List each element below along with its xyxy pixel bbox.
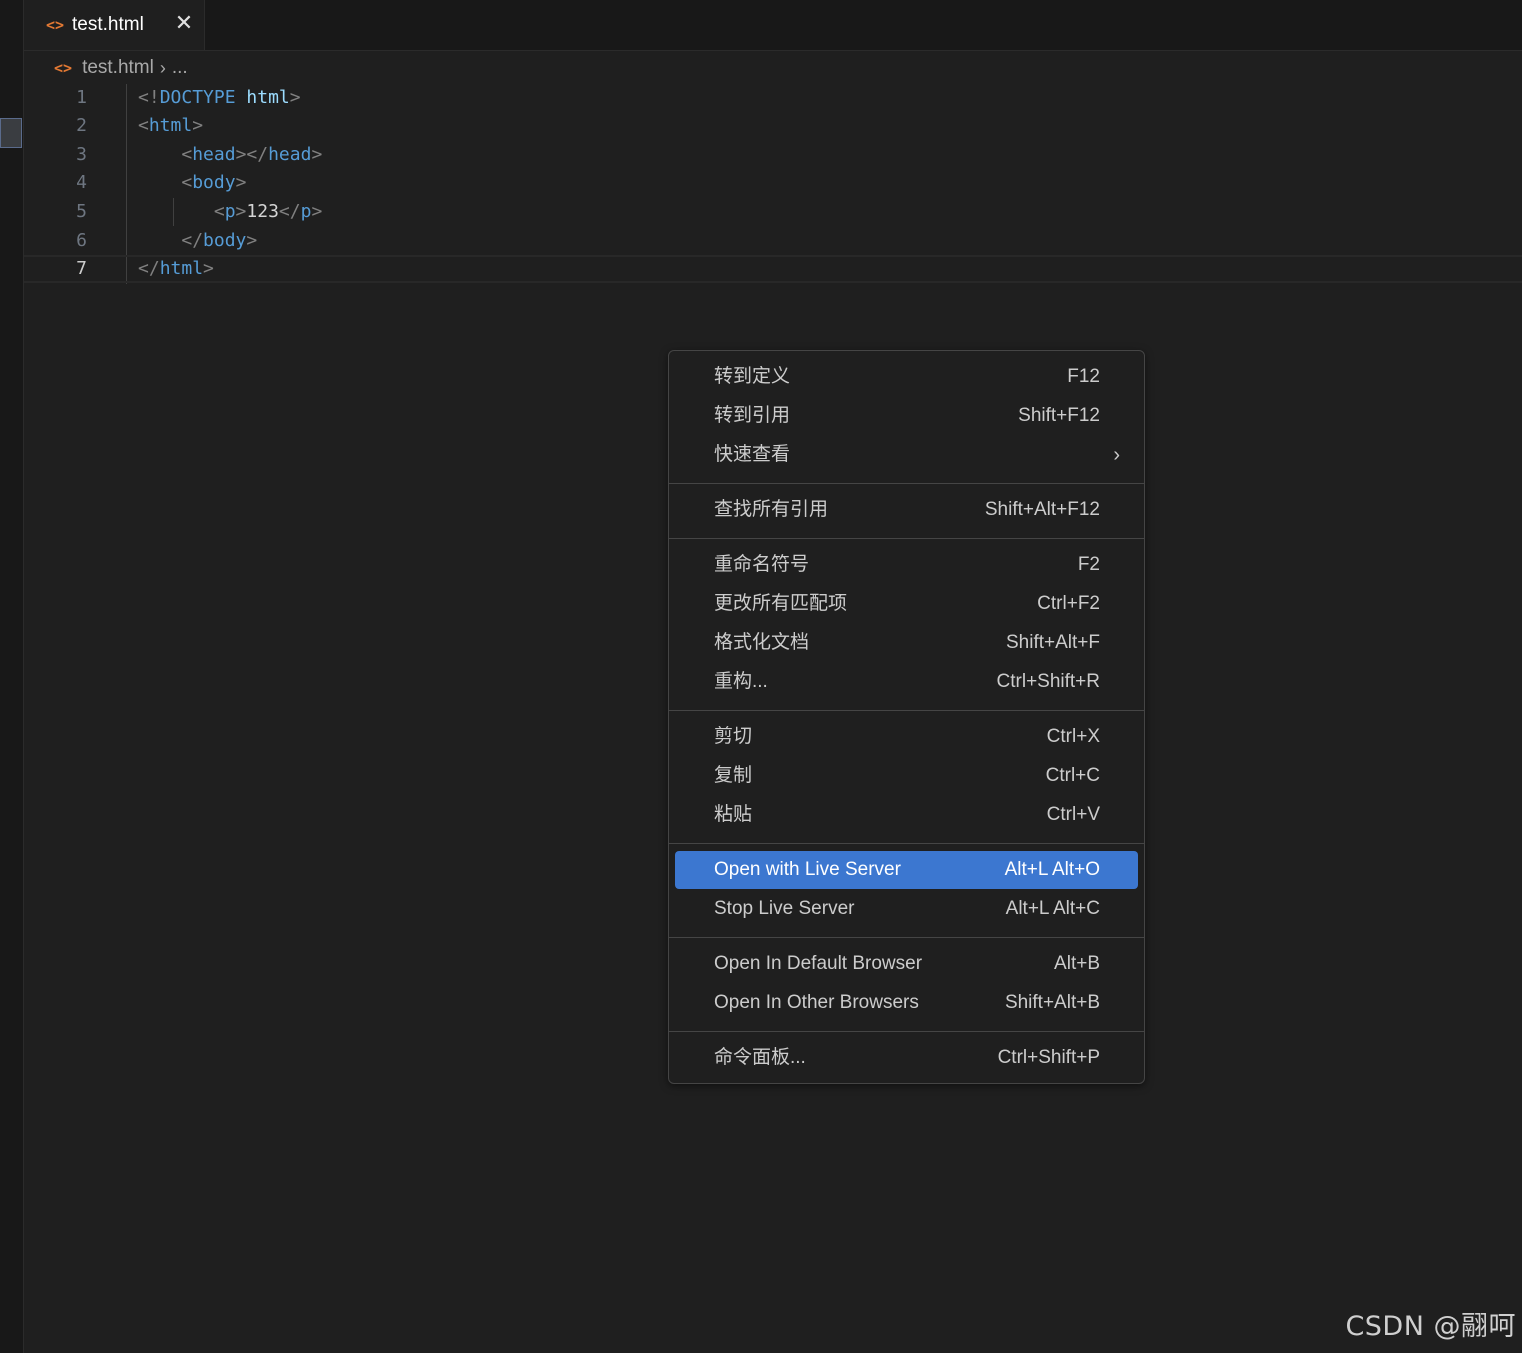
menu-item-shortcut: Ctrl+C xyxy=(1045,765,1100,786)
menu-item-open-with-live-server[interactable]: Open with Live Server Alt+L Alt+O xyxy=(675,851,1138,889)
code-text: <!DOCTYPE html> xyxy=(138,87,301,108)
code-text: </html> xyxy=(138,258,214,279)
menu-item-command-palette[interactable]: 命令面板... Ctrl+Shift+P xyxy=(675,1039,1138,1077)
menu-item-open-in-default-browser[interactable]: Open In Default Browser Alt+B xyxy=(675,945,1138,983)
menu-item-shortcut: Alt+L Alt+C xyxy=(1005,898,1100,919)
menu-item-shortcut: Alt+L Alt+O xyxy=(1004,859,1100,880)
context-menu: 转到定义 F12 转到引用 Shift+F12 快速查看 › 查找所有引用 Sh… xyxy=(668,350,1145,1084)
code-line[interactable]: 5 <p>123</p> xyxy=(24,198,1522,226)
menu-item-rename-symbol[interactable]: 重命名符号 F2 xyxy=(675,546,1138,584)
menu-item-label: 复制 xyxy=(714,765,753,786)
code-text: <body> xyxy=(181,172,247,193)
breadcrumb-more[interactable]: ... xyxy=(172,57,188,79)
breadcrumb-file[interactable]: test.html xyxy=(82,57,154,79)
menu-item-peek[interactable]: 快速查看 › xyxy=(675,436,1138,474)
menu-item-change-all-occurrences[interactable]: 更改所有匹配项 Ctrl+F2 xyxy=(675,585,1138,623)
tab-test-html[interactable]: <> test.html ✕ xyxy=(24,0,205,50)
menu-separator xyxy=(669,937,1144,938)
menu-item-label: Open In Default Browser xyxy=(714,953,923,974)
menu-item-shortcut: Ctrl+Shift+R xyxy=(996,671,1100,692)
code-line[interactable]: 6 </body> xyxy=(24,227,1522,255)
activity-bar-indicator[interactable] xyxy=(0,118,22,148)
menu-item-shortcut: Shift+Alt+B xyxy=(1004,992,1100,1013)
tab-bar: <> test.html ✕ xyxy=(24,0,1522,51)
code-text: <p>123</p> xyxy=(213,201,323,222)
line-number: 4 xyxy=(76,172,87,193)
menu-item-go-to-definition[interactable]: 转到定义 F12 xyxy=(675,358,1138,396)
menu-item-label: 粘贴 xyxy=(714,804,753,825)
menu-item-copy[interactable]: 复制 Ctrl+C xyxy=(675,757,1138,795)
line-number: 2 xyxy=(76,115,87,136)
close-icon[interactable]: ✕ xyxy=(172,12,196,36)
code-line[interactable]: 4 <body> xyxy=(24,169,1522,197)
code-line-current[interactable]: 7 </html> xyxy=(24,255,1522,283)
code-editor[interactable]: 1 <!DOCTYPE html> 2 <html> 3 <head></hea… xyxy=(24,84,1522,284)
menu-item-label: 重命名符号 xyxy=(714,554,810,575)
menu-item-shortcut: Ctrl+Shift+P xyxy=(997,1047,1100,1068)
activity-bar xyxy=(0,0,24,1353)
vscode-window: <> test.html ✕ <> test.html › ... 1 <!DO… xyxy=(0,0,1522,1353)
menu-item-format-document[interactable]: 格式化文档 Shift+Alt+F xyxy=(675,624,1138,662)
line-number: 6 xyxy=(76,230,87,251)
menu-item-label: 剪切 xyxy=(714,726,753,747)
line-number: 7 xyxy=(76,258,87,279)
menu-separator xyxy=(669,483,1144,484)
watermark: CSDN @翮呵 xyxy=(1345,1311,1516,1342)
code-text: <head></head> xyxy=(181,144,323,165)
html-file-icon: <> xyxy=(54,59,73,77)
menu-item-label: 查找所有引用 xyxy=(714,499,829,520)
chevron-right-icon: › xyxy=(159,57,166,78)
menu-item-go-to-references[interactable]: 转到引用 Shift+F12 xyxy=(675,397,1138,435)
code-line[interactable]: 2 <html> xyxy=(24,112,1522,140)
menu-item-label: 更改所有匹配项 xyxy=(714,593,848,614)
menu-item-shortcut: Ctrl+F2 xyxy=(1037,593,1100,614)
menu-separator xyxy=(669,1031,1144,1032)
menu-item-stop-live-server[interactable]: Stop Live Server Alt+L Alt+C xyxy=(675,890,1138,928)
chevron-right-icon: › xyxy=(1113,444,1120,466)
menu-item-paste[interactable]: 粘贴 Ctrl+V xyxy=(675,796,1138,834)
code-line[interactable]: 1 <!DOCTYPE html> xyxy=(24,84,1522,112)
menu-separator xyxy=(669,710,1144,711)
menu-item-refactor[interactable]: 重构... Ctrl+Shift+R xyxy=(675,663,1138,701)
menu-item-shortcut: Ctrl+V xyxy=(1046,804,1100,825)
menu-item-shortcut: Shift+F12 xyxy=(1018,405,1100,426)
menu-separator xyxy=(669,538,1144,539)
menu-item-label: 转到引用 xyxy=(714,405,791,426)
html-file-icon: <> xyxy=(46,16,65,34)
code-line[interactable]: 3 <head></head> xyxy=(24,141,1522,169)
menu-item-label: 快速查看 xyxy=(714,444,791,465)
menu-item-shortcut: F12 xyxy=(1067,366,1100,387)
menu-item-label: Open In Other Browsers xyxy=(714,992,919,1013)
menu-item-label: 转到定义 xyxy=(714,366,791,387)
menu-item-shortcut: Alt+B xyxy=(1054,953,1100,974)
menu-item-shortcut: F2 xyxy=(1077,554,1100,575)
line-number: 5 xyxy=(76,201,87,222)
menu-item-label: 重构... xyxy=(714,671,768,692)
menu-item-label: Open with Live Server xyxy=(714,859,901,880)
menu-item-label: 格式化文档 xyxy=(714,632,810,653)
code-text: </body> xyxy=(181,230,258,251)
line-number: 1 xyxy=(76,87,87,108)
menu-item-label: Stop Live Server xyxy=(714,898,855,919)
menu-item-label: 命令面板... xyxy=(714,1047,806,1068)
code-text: <html> xyxy=(138,115,204,136)
line-number: 3 xyxy=(76,144,87,165)
menu-separator xyxy=(669,843,1144,844)
menu-item-shortcut: Shift+Alt+F12 xyxy=(984,499,1100,520)
menu-item-find-all-references[interactable]: 查找所有引用 Shift+Alt+F12 xyxy=(675,491,1138,529)
tab-label: test.html xyxy=(72,14,144,35)
menu-item-shortcut: Shift+Alt+F xyxy=(1006,632,1100,653)
menu-item-cut[interactable]: 剪切 Ctrl+X xyxy=(675,718,1138,756)
menu-item-shortcut: Ctrl+X xyxy=(1046,726,1100,747)
menu-item-open-in-other-browsers[interactable]: Open In Other Browsers Shift+Alt+B xyxy=(675,984,1138,1022)
breadcrumb: <> test.html › ... xyxy=(54,54,188,82)
